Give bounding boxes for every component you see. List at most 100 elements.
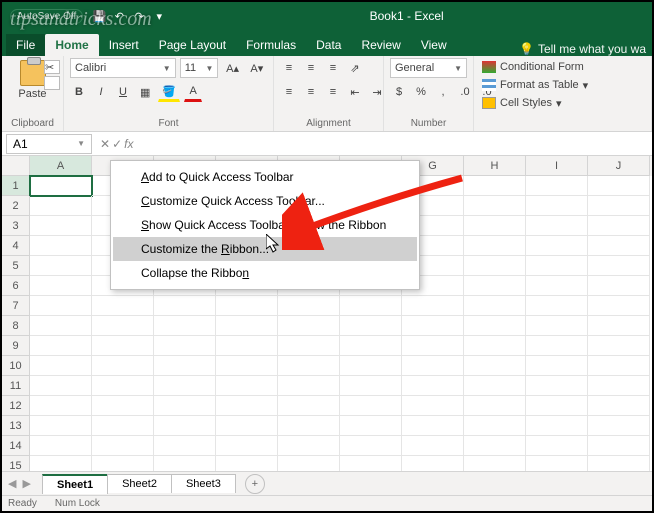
- percent-icon[interactable]: %: [412, 82, 430, 102]
- cell[interactable]: [588, 296, 650, 316]
- cell[interactable]: [526, 316, 588, 336]
- orientation-icon[interactable]: ⇗: [346, 58, 364, 78]
- row-header-6[interactable]: 6: [2, 276, 30, 296]
- sheet-nav-prev-icon[interactable]: ◀: [8, 477, 16, 490]
- cell[interactable]: [402, 376, 464, 396]
- cell[interactable]: [464, 236, 526, 256]
- cell[interactable]: [92, 316, 154, 336]
- sheet-nav-next-icon[interactable]: ▶: [22, 477, 30, 490]
- bold-button[interactable]: B: [70, 82, 88, 102]
- copy-icon[interactable]: [44, 76, 60, 90]
- cell[interactable]: [464, 376, 526, 396]
- indent-decrease-icon[interactable]: ⇤: [346, 82, 364, 102]
- select-all-corner[interactable]: [2, 156, 30, 176]
- tab-data[interactable]: Data: [306, 34, 351, 56]
- tab-file[interactable]: File: [6, 34, 45, 56]
- cell[interactable]: [30, 196, 92, 216]
- cell[interactable]: [464, 416, 526, 436]
- sheet-tab-1[interactable]: Sheet1: [42, 474, 108, 494]
- cell[interactable]: [340, 436, 402, 456]
- menu-customize-qat[interactable]: Customize Quick Access Toolbar...: [113, 189, 417, 213]
- tab-page-layout[interactable]: Page Layout: [149, 34, 236, 56]
- cell[interactable]: [278, 296, 340, 316]
- cell[interactable]: [30, 336, 92, 356]
- cell[interactable]: [30, 436, 92, 456]
- font-name-combo[interactable]: Calibri▼: [70, 58, 176, 78]
- underline-button[interactable]: U: [114, 82, 132, 102]
- conditional-formatting-button[interactable]: Conditional Form: [482, 58, 645, 76]
- cell[interactable]: [92, 396, 154, 416]
- cell[interactable]: [92, 336, 154, 356]
- cell[interactable]: [278, 356, 340, 376]
- cell[interactable]: [464, 216, 526, 236]
- cell[interactable]: [402, 356, 464, 376]
- cell[interactable]: [402, 296, 464, 316]
- cell[interactable]: [154, 376, 216, 396]
- row-header-13[interactable]: 13: [2, 416, 30, 436]
- cell[interactable]: [588, 376, 650, 396]
- format-as-table-button[interactable]: Format as Table ▾: [482, 76, 645, 94]
- cell[interactable]: [278, 436, 340, 456]
- cell[interactable]: [154, 436, 216, 456]
- cell[interactable]: [526, 196, 588, 216]
- cell[interactable]: [526, 336, 588, 356]
- tab-formulas[interactable]: Formulas: [236, 34, 306, 56]
- cell[interactable]: [30, 236, 92, 256]
- cell[interactable]: [588, 416, 650, 436]
- cell[interactable]: [526, 296, 588, 316]
- cell-styles-button[interactable]: Cell Styles ▾: [482, 94, 645, 112]
- cell[interactable]: [464, 316, 526, 336]
- cell[interactable]: [278, 416, 340, 436]
- cell[interactable]: [340, 396, 402, 416]
- cell[interactable]: [154, 356, 216, 376]
- name-box[interactable]: A1 ▼: [6, 134, 92, 154]
- menu-add-to-qat[interactable]: Add to Quick Access Toolbar: [113, 165, 417, 189]
- cell[interactable]: [30, 296, 92, 316]
- row-header-1[interactable]: 1: [2, 176, 30, 196]
- cancel-icon[interactable]: ✕: [100, 137, 110, 151]
- menu-customize-ribbon[interactable]: Customize the Ribbon...: [113, 237, 417, 261]
- tab-view[interactable]: View: [411, 34, 457, 56]
- cell[interactable]: [526, 176, 588, 196]
- cell[interactable]: [402, 436, 464, 456]
- row-header-3[interactable]: 3: [2, 216, 30, 236]
- row-header-5[interactable]: 5: [2, 256, 30, 276]
- cell[interactable]: [30, 316, 92, 336]
- cut-icon[interactable]: ✂: [44, 60, 60, 74]
- font-size-combo[interactable]: 11▼: [180, 58, 219, 78]
- col-header-H[interactable]: H: [464, 156, 526, 176]
- font-color-button[interactable]: A: [184, 82, 202, 102]
- cell[interactable]: [154, 416, 216, 436]
- cell[interactable]: [278, 316, 340, 336]
- currency-icon[interactable]: $: [390, 82, 408, 102]
- decrease-font-icon[interactable]: A▾: [247, 58, 267, 78]
- cell[interactable]: [402, 416, 464, 436]
- cell[interactable]: [92, 376, 154, 396]
- cell[interactable]: [526, 276, 588, 296]
- cell[interactable]: [588, 196, 650, 216]
- cell[interactable]: [588, 276, 650, 296]
- row-header-8[interactable]: 8: [2, 316, 30, 336]
- cell[interactable]: [588, 356, 650, 376]
- save-icon[interactable]: 💾: [92, 9, 106, 23]
- fx-icon[interactable]: fx: [124, 137, 133, 151]
- col-header-J[interactable]: J: [588, 156, 650, 176]
- cell[interactable]: [526, 216, 588, 236]
- cell[interactable]: [340, 416, 402, 436]
- cell[interactable]: [30, 376, 92, 396]
- cell[interactable]: [340, 336, 402, 356]
- align-right-icon[interactable]: ≡: [324, 82, 342, 102]
- cell[interactable]: [154, 336, 216, 356]
- row-header-9[interactable]: 9: [2, 336, 30, 356]
- cell[interactable]: [340, 376, 402, 396]
- cell[interactable]: [278, 376, 340, 396]
- cell[interactable]: [588, 396, 650, 416]
- undo-icon[interactable]: ↶: [112, 9, 126, 23]
- col-header-I[interactable]: I: [526, 156, 588, 176]
- cell[interactable]: [464, 176, 526, 196]
- tell-me-search[interactable]: 💡 Tell me what you wa: [519, 42, 652, 56]
- cell[interactable]: [588, 216, 650, 236]
- cell[interactable]: [216, 316, 278, 336]
- cell[interactable]: [340, 356, 402, 376]
- cell[interactable]: [526, 436, 588, 456]
